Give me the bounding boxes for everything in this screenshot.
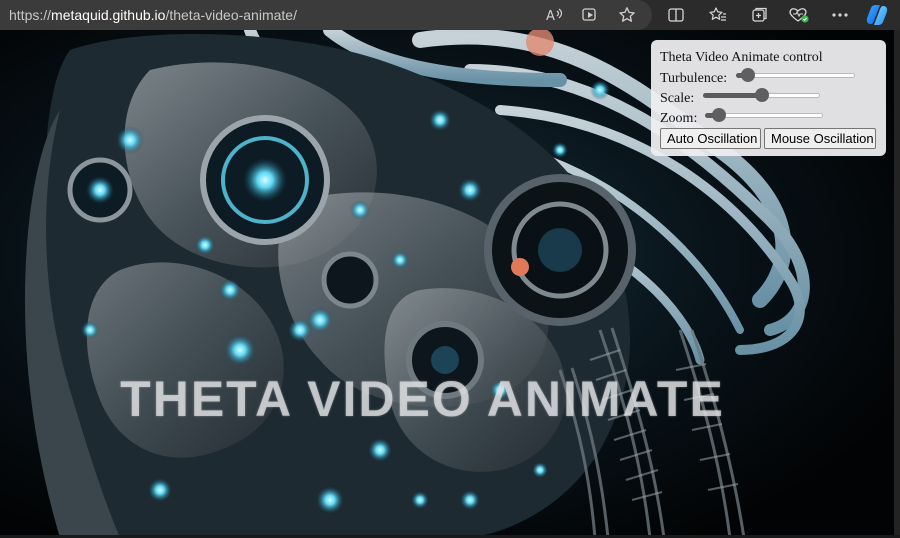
url-text[interactable]: https://metaquid.github.io/theta-video-a… [9, 0, 297, 30]
immersive-reader-icon[interactable] [579, 4, 601, 26]
slider-thumb[interactable] [712, 108, 726, 122]
page-viewport: THETA VIDEO ANIMATE Theta Video Animate … [0, 30, 900, 538]
scale-label: Scale: [660, 91, 695, 106]
svg-text:A: A [546, 9, 555, 23]
frame-right-border [894, 30, 900, 538]
animate-control-panel: Theta Video Animate control Turbulence: … [651, 40, 886, 156]
collections-icon[interactable] [747, 4, 771, 26]
split-screen-icon[interactable] [664, 4, 688, 26]
browser-toolbar: https://metaquid.github.io/theta-video-a… [0, 0, 900, 30]
favorite-star-icon[interactable] [616, 4, 638, 26]
zoom-slider[interactable] [705, 108, 823, 124]
slider-thumb[interactable] [741, 68, 755, 82]
slider-fill [703, 93, 762, 98]
panel-title: Theta Video Animate control [660, 50, 823, 65]
url-path: /theta-video-animate/ [165, 7, 297, 23]
more-options-icon[interactable] [828, 4, 852, 26]
copilot-icon[interactable] [865, 4, 889, 26]
url-host: metaquid.github.io [51, 7, 166, 23]
zoom-label: Zoom: [660, 111, 698, 126]
favorites-icon[interactable] [706, 4, 730, 26]
browser-essentials-icon[interactable] [787, 4, 811, 26]
auto-oscillation-button[interactable]: Auto Oscillation [660, 128, 761, 149]
mouse-oscillation-button[interactable]: Mouse Oscillation [764, 128, 876, 149]
url-prefix: https:// [9, 7, 52, 23]
overlay-title: THETA VIDEO ANIMATE [120, 371, 725, 427]
turbulence-slider[interactable] [736, 68, 855, 84]
orange-accent-light [511, 258, 529, 276]
turbulence-label: Turbulence: [660, 71, 728, 86]
address-bar[interactable]: https://metaquid.github.io/theta-video-a… [0, 0, 652, 30]
read-aloud-icon[interactable]: A [543, 4, 565, 26]
slider-thumb[interactable] [755, 88, 769, 102]
scale-slider[interactable] [703, 88, 820, 104]
